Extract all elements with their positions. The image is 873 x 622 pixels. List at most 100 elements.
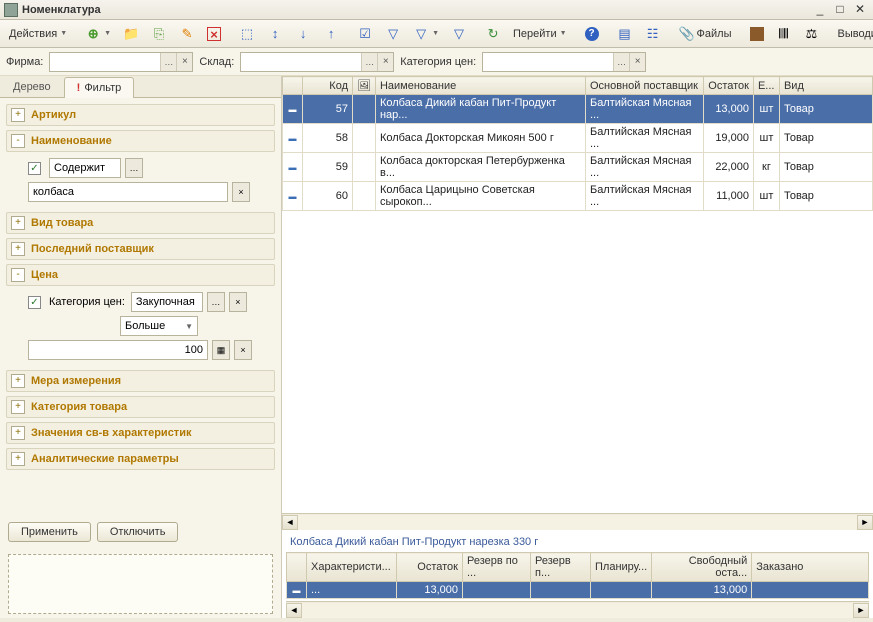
tab-filter[interactable]: !Фильтр — [64, 77, 135, 98]
dcol-stock[interactable]: Остаток — [397, 553, 463, 582]
expand-button[interactable]: + — [11, 374, 25, 388]
detail-row[interactable]: ▬ ... 13,000 13,000 — [287, 582, 869, 599]
copy-button[interactable]: ⎘ — [146, 23, 172, 45]
scroll-left-button[interactable]: ◄ — [282, 515, 298, 530]
price-cat-clear-button[interactable]: × — [229, 292, 247, 312]
name-value-input[interactable] — [28, 182, 228, 202]
col-name[interactable]: Наименование — [375, 77, 585, 95]
price-cat-combo[interactable]: … × — [482, 52, 646, 72]
firm-combo[interactable]: … × — [49, 52, 193, 72]
scroll-left-button[interactable]: ◄ — [286, 603, 302, 618]
scroll-right-button[interactable]: ► — [853, 603, 869, 618]
image-button[interactable] — [745, 23, 769, 45]
table-row[interactable]: ▬59Колбаса докторская Петербурженка в...… — [283, 153, 873, 182]
col-stock[interactable]: Остаток — [703, 77, 753, 95]
list-button[interactable]: ▤ — [612, 23, 638, 45]
row-expand-icon[interactable]: ▬ — [287, 582, 307, 599]
apply-button[interactable]: Применить — [8, 522, 91, 542]
chevron-down-icon[interactable]: ▼ — [185, 322, 193, 331]
delete-button[interactable]: × — [202, 23, 226, 45]
col-code[interactable]: Код — [303, 77, 353, 95]
name-mode-lookup-button[interactable]: … — [125, 158, 143, 178]
col-supplier[interactable]: Основной поставщик — [585, 77, 703, 95]
price-mode-select[interactable]: Больше▼ — [120, 316, 198, 336]
row-expand-icon[interactable]: ▬ — [283, 124, 303, 153]
filter-price-header[interactable]: - Цена — [6, 264, 275, 286]
price-cat-input[interactable] — [483, 53, 613, 71]
firm-lookup-button[interactable]: … — [160, 53, 176, 71]
detail-h-scrollbar[interactable]: ◄ ► — [286, 601, 869, 618]
filter-supplier-header[interactable]: + Последний поставщик — [6, 238, 275, 260]
price-checkbox[interactable] — [28, 296, 41, 309]
select-button[interactable]: ☑ — [352, 23, 378, 45]
price-cat-lookup-button[interactable]: … — [613, 53, 629, 71]
filter-name-header[interactable]: - Наименование — [6, 130, 275, 152]
minimize-button[interactable]: _ — [811, 3, 829, 17]
name-checkbox[interactable] — [28, 162, 41, 175]
filter-clear-button[interactable]: ▽ — [446, 23, 472, 45]
move-button[interactable]: ↕ — [262, 23, 288, 45]
filter2-button[interactable]: ▽▼ — [408, 23, 444, 45]
name-clear-button[interactable]: × — [232, 182, 250, 202]
expand-button[interactable]: + — [11, 452, 25, 466]
row-expand-icon[interactable]: ▬ — [283, 153, 303, 182]
warehouse-clear-button[interactable]: × — [377, 53, 393, 71]
filter-article-header[interactable]: + Артикул — [6, 104, 275, 126]
calculator-button[interactable]: ▦ — [212, 340, 230, 360]
warehouse-lookup-button[interactable]: … — [361, 53, 377, 71]
price-cat-clear-button[interactable]: × — [629, 53, 645, 71]
scroll-track[interactable] — [302, 603, 853, 618]
dcol-plan[interactable]: Планиру... — [591, 553, 652, 582]
tree-button[interactable]: ☷ — [640, 23, 666, 45]
barcode-button[interactable]: 𝄃𝄂𝄂 — [771, 23, 797, 45]
filter-itemtype-header[interactable]: + Вид товара — [6, 212, 275, 234]
dcol-free[interactable]: Свободный оста... — [652, 553, 752, 582]
weight-button[interactable]: ⚖ — [799, 23, 825, 45]
maximize-button[interactable]: □ — [831, 3, 849, 17]
goto-menu[interactable]: Перейти▼ — [508, 23, 572, 45]
price-cat-select[interactable]: Закупочная — [131, 292, 203, 312]
refresh-button[interactable]: ↻ — [480, 23, 506, 45]
actions-menu[interactable]: Действия▼ — [4, 23, 72, 45]
expand-button[interactable]: + — [11, 426, 25, 440]
row-expand-icon[interactable]: ▬ — [283, 182, 303, 211]
scroll-track[interactable] — [298, 515, 857, 530]
dcol-resp[interactable]: Резерв п... — [531, 553, 591, 582]
close-button[interactable]: ✕ — [851, 3, 869, 17]
col-picture[interactable]: 🖼 — [353, 77, 376, 95]
collapse-button[interactable]: - — [11, 268, 25, 282]
expand-button[interactable]: + — [11, 216, 25, 230]
table-row[interactable]: ▬57Колбаса Дикий кабан Пит-Продукт нар..… — [283, 95, 873, 124]
firm-input[interactable] — [50, 53, 160, 71]
filter1-button[interactable]: ▽ — [380, 23, 406, 45]
warehouse-input[interactable] — [241, 53, 361, 71]
price-value-input[interactable] — [28, 340, 208, 360]
disable-button[interactable]: Отключить — [97, 522, 179, 542]
hier-view-button[interactable]: ⬚ — [234, 23, 260, 45]
price-cat-lookup-button[interactable]: … — [207, 292, 225, 312]
files-button[interactable]: 📎Файлы — [674, 23, 737, 45]
add-button[interactable]: ⊕▼ — [80, 23, 116, 45]
table-row[interactable]: ▬58Колбаса Докторская Микоян 500 гБалтий… — [283, 124, 873, 153]
dcol-resby[interactable]: Резерв по ... — [463, 553, 531, 582]
price-clear-button[interactable]: × — [234, 340, 252, 360]
col-type[interactable]: Вид — [779, 77, 872, 95]
filter-category-header[interactable]: + Категория товара — [6, 396, 275, 418]
col-unit[interactable]: Е... — [753, 77, 779, 95]
add-group-button[interactable]: 📁 — [118, 23, 144, 45]
help-button[interactable]: ? — [580, 23, 604, 45]
sort-button[interactable]: ↓ — [290, 23, 316, 45]
table-row[interactable]: ▬60Колбаса Царицыно Советская сырокоп...… — [283, 182, 873, 211]
dcol-char[interactable]: Характеристи... — [307, 553, 397, 582]
collapse-button[interactable]: - — [11, 134, 25, 148]
expand-button[interactable]: + — [11, 400, 25, 414]
tab-tree[interactable]: Дерево — [0, 76, 64, 97]
filter-analytic-header[interactable]: + Аналитические параметры — [6, 448, 275, 470]
warehouse-combo[interactable]: … × — [240, 52, 394, 72]
main-h-scrollbar[interactable]: ◄ ► — [282, 513, 873, 530]
scroll-right-button[interactable]: ► — [857, 515, 873, 530]
sort2-button[interactable]: ↑ — [318, 23, 344, 45]
col-icon[interactable] — [283, 77, 303, 95]
name-mode-select[interactable]: Содержит — [49, 158, 121, 178]
output-menu[interactable]: Выводить▼ — [833, 23, 873, 45]
